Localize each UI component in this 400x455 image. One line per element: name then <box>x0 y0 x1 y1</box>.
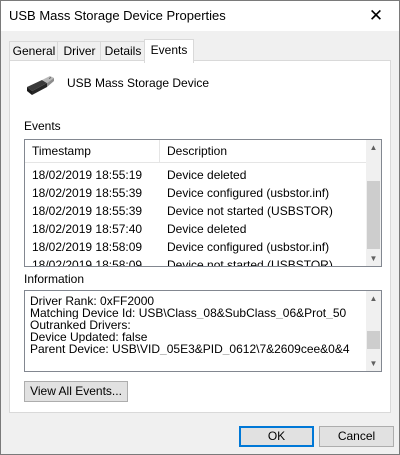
ok-button[interactable]: OK <box>239 426 314 447</box>
info-line: Driver Rank: 0xFF2000 <box>30 295 155 307</box>
table-row[interactable]: 18/02/2019 18:57:40 Device deleted <box>25 220 366 238</box>
scroll-up-icon[interactable]: ▲ <box>366 291 381 306</box>
event-timestamp: 18/02/2019 18:58:09 <box>32 240 143 254</box>
information-textbox[interactable]: Driver Rank: 0xFF2000 Matching Device Id… <box>24 290 382 372</box>
information-scrollbar[interactable]: ▲ ▼ <box>366 291 381 371</box>
events-tab-panel: USB Mass Storage Device Events Timestamp… <box>9 60 391 413</box>
information-lines: Driver Rank: 0xFF2000 Matching Device Id… <box>30 295 365 355</box>
scroll-down-icon[interactable]: ▼ <box>366 356 381 371</box>
info-line: Parent Device: USB\VID_05E3&PID_0612\7&2… <box>30 343 350 355</box>
event-description: Device not started (USBSTOR) <box>167 204 333 218</box>
info-line: Device Updated: false <box>30 331 148 343</box>
event-timestamp: 18/02/2019 18:55:39 <box>32 186 143 200</box>
table-row[interactable]: 18/02/2019 18:55:39 Device not started (… <box>25 202 366 220</box>
event-timestamp: 18/02/2019 18:58:09 <box>32 258 143 267</box>
event-description: Device configured (usbstor.inf) <box>167 240 330 254</box>
tab-details[interactable]: Details <box>100 41 146 61</box>
events-rows: 18/02/2019 18:55:19 Device deleted 18/02… <box>25 166 366 267</box>
event-timestamp: 18/02/2019 18:55:19 <box>32 168 143 182</box>
event-timestamp: 18/02/2019 18:55:39 <box>32 204 143 218</box>
scroll-thumb[interactable] <box>367 331 380 349</box>
tab-general[interactable]: General <box>9 41 59 61</box>
window-title: USB Mass Storage Device Properties <box>9 8 226 23</box>
table-row[interactable]: 18/02/2019 18:55:39 Device configured (u… <box>25 184 366 202</box>
event-timestamp: 18/02/2019 18:57:40 <box>32 222 143 236</box>
table-row[interactable]: 18/02/2019 18:55:19 Device deleted <box>25 166 366 184</box>
events-list-header: Timestamp Description <box>25 140 366 163</box>
table-row[interactable]: 18/02/2019 18:58:09 Device configured (u… <box>25 238 366 256</box>
tab-events[interactable]: Events <box>144 39 194 63</box>
table-row[interactable]: 18/02/2019 18:58:09 Device not started (… <box>25 256 366 267</box>
information-label: Information <box>24 272 85 286</box>
event-description: Device deleted <box>167 222 247 236</box>
event-description: Device deleted <box>167 168 247 182</box>
scroll-down-icon[interactable]: ▼ <box>366 251 381 266</box>
title-bar: USB Mass Storage Device Properties ✕ <box>1 1 399 31</box>
column-header-description[interactable]: Description <box>160 140 366 162</box>
properties-dialog: USB Mass Storage Device Properties ✕ Gen… <box>0 0 400 455</box>
column-header-timestamp[interactable]: Timestamp <box>25 140 159 162</box>
device-name: USB Mass Storage Device <box>67 76 210 90</box>
info-line: Outranked Drivers: <box>30 319 131 331</box>
usb-plug-icon <box>24 76 56 103</box>
close-icon[interactable]: ✕ <box>353 1 399 31</box>
event-description: Device configured (usbstor.inf) <box>167 186 330 200</box>
event-description: Device not started (USBSTOR) <box>167 258 333 267</box>
events-label: Events <box>24 119 61 133</box>
events-list[interactable]: Timestamp Description 18/02/2019 18:55:1… <box>24 139 382 267</box>
scroll-up-icon[interactable]: ▲ <box>366 140 381 155</box>
tab-driver[interactable]: Driver <box>57 41 102 61</box>
view-all-events-button[interactable]: View All Events... <box>24 381 128 402</box>
cancel-button[interactable]: Cancel <box>319 426 394 447</box>
events-scrollbar[interactable]: ▲ ▼ <box>366 140 381 266</box>
info-line: Matching Device Id: USB\Class_08&SubClas… <box>30 307 347 319</box>
scroll-thumb[interactable] <box>367 181 380 249</box>
